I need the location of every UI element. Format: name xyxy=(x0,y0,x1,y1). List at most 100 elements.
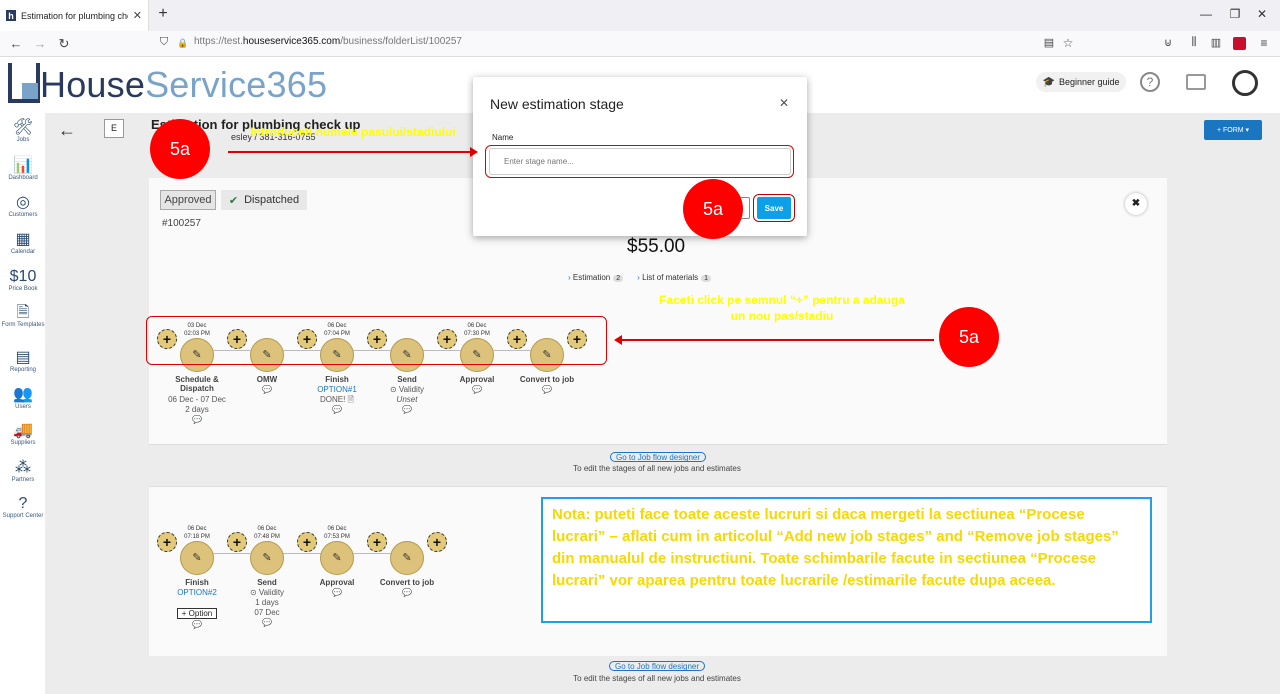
stage-info: 07 Dec xyxy=(254,608,280,617)
dialog-close-icon[interactable]: ✕ xyxy=(779,96,789,110)
stage-name: Approval xyxy=(459,375,495,384)
add-stage-button[interactable]: + xyxy=(367,532,387,552)
sidebar-item-4[interactable]: $10 Price Book xyxy=(0,268,46,292)
sidebar-item-2[interactable]: ◎ Customers xyxy=(0,194,46,218)
estimate-type-badge: E xyxy=(104,119,124,138)
sidebar-item-7[interactable]: 👥 Users xyxy=(0,386,46,410)
annotation-arrow-to-input xyxy=(228,147,478,157)
comment-icon[interactable]: 💬 xyxy=(157,620,237,629)
sidebar-item-8[interactable]: 🚚 Suppliers xyxy=(0,422,46,446)
sidebar-item-0[interactable]: 🛠 Jobs xyxy=(0,119,46,143)
sidebar-item-5[interactable]: 🗎 Form Templates xyxy=(0,304,46,328)
stage-edit-button[interactable]: ✎ xyxy=(250,541,284,575)
sidebar-item-label: Jobs xyxy=(16,137,30,143)
stage-info: ⊙ Validity xyxy=(389,385,425,394)
estimation-link[interactable]: › Estimation 2 xyxy=(568,273,624,282)
library-icon[interactable]: ⫼ xyxy=(1186,36,1202,49)
logo-text-house: House xyxy=(40,64,146,105)
add-stage-button[interactable]: + xyxy=(297,532,317,552)
beginner-guide-button[interactable]: 🎓 Beginner guide xyxy=(1036,72,1126,92)
stage-edit-button[interactable]: ✎ xyxy=(390,541,424,575)
page-back-icon[interactable]: ← xyxy=(58,120,76,141)
sidebar-item-3[interactable]: ▦ Calendar xyxy=(0,231,46,255)
browser-tab[interactable]: h Estimation for plumbing check ✕ xyxy=(0,0,149,31)
stage-date: 06 Dec 07:53 PM xyxy=(324,526,350,540)
save-button-highlight xyxy=(753,194,795,222)
add-option-button[interactable]: + Option xyxy=(177,608,217,619)
menu-icon[interactable]: ≡ xyxy=(1256,36,1272,50)
comment-icon[interactable]: 💬 xyxy=(437,385,517,394)
add-form-button[interactable]: + FORM ▾ xyxy=(1204,120,1262,140)
pocket-icon[interactable]: ⊍ xyxy=(1160,36,1176,49)
comment-icon[interactable]: 💬 xyxy=(157,415,237,424)
tab-close-icon[interactable]: ✕ xyxy=(133,9,142,22)
app-logo[interactable]: HouseService365 xyxy=(8,63,327,106)
sidebar-item-label: Dashboard xyxy=(8,175,38,181)
estimate-links: › Estimation 2 › List of materials 1 xyxy=(568,273,712,282)
name-input-highlight xyxy=(485,145,794,178)
estimate-total: $55.00 xyxy=(627,236,686,257)
add-stage-button[interactable]: + xyxy=(227,532,247,552)
sidebar-item-9[interactable]: ⁂ Partners xyxy=(0,459,46,483)
restore-icon[interactable]: ❐ xyxy=(1225,7,1245,21)
add-stage-button[interactable]: + xyxy=(427,532,447,552)
annotation-enter-name: Introduceti numele pasului/stadiului xyxy=(250,125,456,139)
stage-name: Finish xyxy=(325,375,349,384)
sidebar-item-6[interactable]: ▤ Reporting xyxy=(0,349,46,373)
job-flow-hint-1: To edit the stages of all new jobs and e… xyxy=(573,464,741,473)
step-marker-name: 5a xyxy=(150,119,210,179)
comment-icon[interactable]: 💬 xyxy=(297,405,377,414)
add-stage-button[interactable]: + xyxy=(157,532,177,552)
bookmark-star-icon[interactable]: ☆ xyxy=(1060,36,1076,50)
stage-edit-button[interactable]: ✎ xyxy=(320,541,354,575)
job-flow-designer-link-1[interactable]: Go to Job flow designer xyxy=(610,452,706,462)
new-tab-button[interactable]: + xyxy=(155,6,171,24)
tab-title: Estimation for plumbing check xyxy=(21,10,128,21)
minimize-icon[interactable]: — xyxy=(1196,7,1216,21)
reader-mode-icon[interactable]: ▤ xyxy=(1041,36,1057,49)
sidebar-icon-2: ◎ xyxy=(16,194,30,211)
comment-icon[interactable]: 💬 xyxy=(227,385,307,394)
approved-badge[interactable]: Approved xyxy=(160,190,216,210)
stage-info: 2 days xyxy=(185,405,209,414)
folder-icon[interactable] xyxy=(1186,74,1206,90)
job-id: #100257 xyxy=(162,218,201,229)
materials-link[interactable]: › List of materials 1 xyxy=(637,273,712,282)
comment-icon[interactable]: 💬 xyxy=(367,588,447,597)
job-flow-designer-link-2[interactable]: Go to Job flow designer xyxy=(609,661,705,671)
back-arrow-icon[interactable]: ← xyxy=(8,36,24,51)
sidebar-item-10[interactable]: ? Support Center xyxy=(0,495,46,519)
sidebar-item-label: Reporting xyxy=(9,367,36,373)
extension-icon[interactable] xyxy=(1233,37,1246,50)
sidebar-toggle-icon[interactable]: ▥ xyxy=(1208,36,1224,49)
chevron-right-icon: › xyxy=(637,273,640,282)
comment-icon[interactable]: 💬 xyxy=(507,385,587,394)
sidebar-item-label: Suppliers xyxy=(10,440,36,446)
stage-edit-button[interactable]: ✎ xyxy=(180,541,214,575)
sidebar-item-1[interactable]: 📊 Dashboard xyxy=(0,157,46,181)
window-close-icon[interactable]: ✕ xyxy=(1252,7,1272,21)
shield-icon[interactable]: ⛉ xyxy=(156,36,172,49)
sidebar-icon-8: 🚚 xyxy=(13,422,33,439)
sidebar-item-label: Support Center xyxy=(2,513,44,519)
forward-arrow-icon[interactable]: → xyxy=(32,36,48,51)
stage-name: Send xyxy=(397,375,417,384)
dialog-title: New estimation stage xyxy=(490,96,624,112)
user-avatar-icon[interactable] xyxy=(1232,70,1258,96)
lock-icon[interactable]: 🔒 xyxy=(175,38,191,49)
comment-icon[interactable]: 💬 xyxy=(297,588,377,597)
comment-icon[interactable]: 💬 xyxy=(367,405,447,414)
stage-option-link[interactable]: OPTION#2 xyxy=(157,588,237,598)
annotation-click-plus-2: un nou pas/stadiu xyxy=(730,309,834,323)
close-estimate-icon[interactable]: ✖ xyxy=(1125,193,1147,215)
reload-icon[interactable]: ↻ xyxy=(56,36,72,52)
stage-option-link[interactable]: OPTION#1 xyxy=(297,385,377,395)
sidebar-item-label: Form Templates xyxy=(1,322,45,328)
dispatched-badge[interactable]: ✔ Dispatched xyxy=(221,190,307,210)
comment-icon[interactable]: 💬 xyxy=(227,618,307,627)
stage-info: 1 days xyxy=(255,598,279,607)
dispatched-label: Dispatched xyxy=(244,194,300,206)
address-bar[interactable]: https://test.houseservice365.com/busines… xyxy=(194,36,462,47)
help-icon[interactable]: ? xyxy=(1140,72,1160,92)
graduation-cap-icon: 🎓 xyxy=(1042,76,1055,88)
